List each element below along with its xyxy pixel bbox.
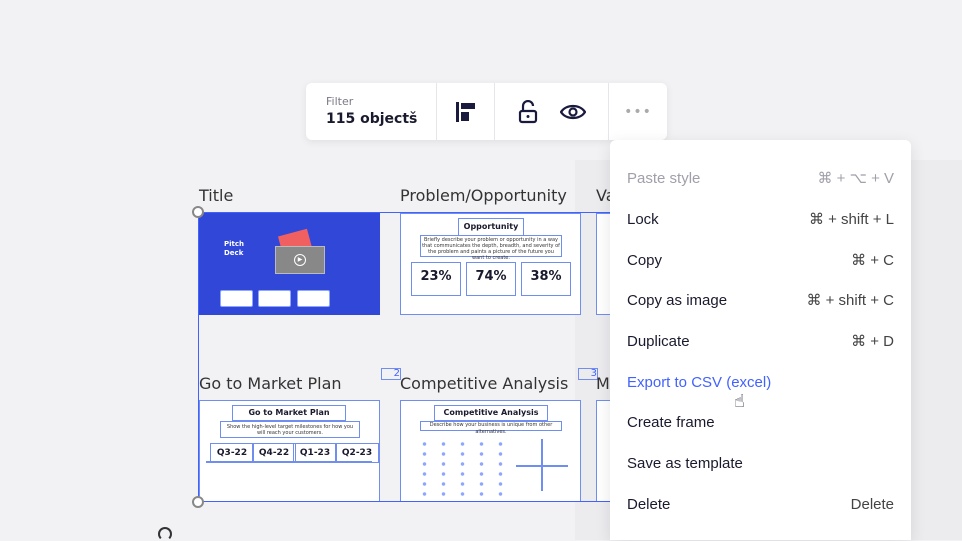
menu-label: Create frame bbox=[627, 413, 715, 431]
menu-label: Export to CSV (excel) bbox=[627, 373, 772, 391]
rotate-handle-icon[interactable] bbox=[158, 527, 172, 541]
selection-toolbar: Filter 115 objects ⌄ ••• bbox=[306, 83, 667, 140]
menu-label: Paste style bbox=[627, 169, 701, 187]
more-options-icon[interactable]: ••• bbox=[609, 83, 667, 140]
hand-cursor-icon: ☝ bbox=[734, 391, 745, 412]
menu-label: Delete bbox=[627, 495, 671, 513]
menu-shortcut: ⌘ + shift + L bbox=[808, 211, 894, 228]
menu-item-copy-as-image[interactable]: Copy as image ⌘ + shift + C bbox=[627, 285, 894, 315]
menu-item-save-template[interactable]: Save as template bbox=[627, 448, 894, 478]
menu-item-delete[interactable]: Delete Delete bbox=[627, 489, 894, 519]
align-left-icon bbox=[455, 101, 475, 122]
menu-label: Copy as image bbox=[627, 291, 728, 309]
menu-label: Copy bbox=[627, 251, 663, 269]
menu-label: Save as template bbox=[627, 454, 743, 472]
resize-handle[interactable] bbox=[192, 496, 204, 508]
menu-item-create-frame[interactable]: Create frame bbox=[627, 407, 894, 437]
unlock-icon[interactable] bbox=[518, 99, 538, 124]
align-button[interactable] bbox=[437, 83, 495, 140]
menu-shortcut: Delete bbox=[850, 495, 894, 513]
menu-item-lock[interactable]: Lock ⌘ + shift + L bbox=[627, 204, 894, 234]
filter-label: Filter bbox=[326, 95, 354, 108]
filter-value: 115 objects bbox=[326, 111, 418, 127]
context-menu: Paste style ⌘ + ⌥ + V Lock ⌘ + shift + L C… bbox=[610, 140, 911, 540]
menu-item-duplicate[interactable]: Duplicate ⌘ + D bbox=[627, 326, 894, 356]
frame-label-title[interactable]: Title bbox=[199, 186, 233, 205]
chevron-down-icon: ⌄ bbox=[407, 103, 418, 117]
selection-box[interactable] bbox=[198, 212, 618, 502]
eye-icon[interactable] bbox=[559, 103, 586, 121]
menu-item-export-csv[interactable]: Export to CSV (excel) bbox=[627, 367, 894, 397]
menu-shortcut: ⌘ + D bbox=[851, 333, 894, 350]
menu-label: Lock bbox=[627, 210, 659, 228]
resize-handle[interactable] bbox=[192, 206, 204, 218]
menu-shortcut: ⌘ + shift + C bbox=[806, 292, 894, 309]
lock-visibility-group bbox=[495, 83, 609, 140]
filter-dropdown[interactable]: Filter 115 objects ⌄ bbox=[306, 83, 437, 140]
menu-label: Duplicate bbox=[627, 332, 690, 350]
menu-shortcut: ⌘ + C bbox=[851, 252, 894, 269]
menu-item-paste-style[interactable]: Paste style ⌘ + ⌥ + V bbox=[627, 163, 894, 193]
menu-shortcut: ⌘ + ⌥ + V bbox=[817, 170, 894, 187]
menu-item-copy[interactable]: Copy ⌘ + C bbox=[627, 245, 894, 275]
frame-label-problem[interactable]: Problem/Opportunity bbox=[400, 186, 567, 205]
